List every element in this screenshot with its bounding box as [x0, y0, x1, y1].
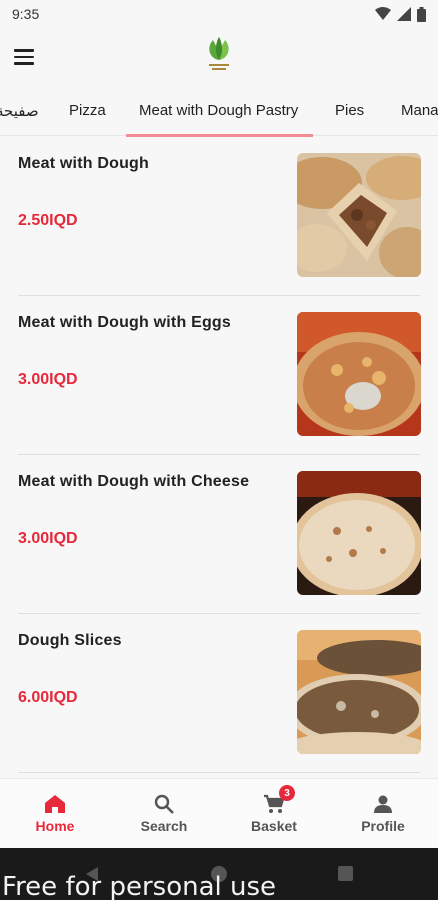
- product-name: Meat with Dough with Eggs: [18, 314, 231, 331]
- hamburger-icon: [14, 49, 34, 52]
- product-name: Meat with Dough with Cheese: [18, 473, 250, 490]
- product-image: [297, 471, 421, 595]
- profile-icon: [374, 795, 392, 813]
- nav-basket[interactable]: Basket 3: [219, 779, 329, 849]
- recents-icon[interactable]: [338, 866, 353, 881]
- product-image: [297, 630, 421, 754]
- list-item[interactable]: Meat with Dough 2.50IQD: [0, 137, 438, 296]
- product-name: Meat with Dough: [18, 155, 149, 172]
- category-tabs: صفيحة Pizza Meat with Dough Pastry Pies …: [0, 90, 438, 137]
- product-name: Dough Slices: [18, 632, 122, 649]
- list-item[interactable]: Meat with Dough with Eggs 3.00IQD: [0, 296, 438, 455]
- tab-pies[interactable]: Pies: [335, 102, 364, 119]
- nav-profile-label: Profile: [361, 818, 405, 834]
- product-image: [297, 153, 421, 277]
- app-bar: [0, 28, 438, 88]
- product-price: 3.00IQD: [18, 530, 78, 547]
- battery-icon: [417, 6, 426, 22]
- status-bar: 9:35: [0, 0, 438, 28]
- product-price: 6.00IQD: [18, 689, 78, 706]
- home-icon: [45, 795, 65, 813]
- wifi-icon: [375, 7, 391, 20]
- status-time: 9:35: [12, 6, 40, 22]
- signal-icon: [397, 7, 411, 21]
- basket-count-badge: 3: [279, 785, 295, 801]
- product-image: [297, 312, 421, 436]
- tab-meat-with-dough-pastry[interactable]: Meat with Dough Pastry: [139, 102, 298, 119]
- item-divider: [18, 772, 420, 773]
- nav-profile[interactable]: Profile: [328, 779, 438, 849]
- nav-search[interactable]: Search: [109, 779, 219, 849]
- tab-mana[interactable]: Mana: [401, 102, 438, 119]
- tab-safiha[interactable]: صفيحة: [0, 102, 39, 120]
- tab-pizza[interactable]: Pizza: [69, 102, 106, 119]
- nav-home[interactable]: Home: [0, 779, 110, 849]
- system-icons: [375, 6, 426, 22]
- list-item[interactable]: Meat with Dough with Cheese 3.00IQD: [0, 455, 438, 614]
- brand-logo: [209, 37, 229, 70]
- watermark-text: Free for personal use: [2, 872, 277, 900]
- nav-home-label: Home: [35, 818, 75, 834]
- nav-basket-label: Basket: [251, 818, 297, 834]
- bottom-nav: Home Search Basket 3 Profile: [0, 778, 438, 848]
- menu-button[interactable]: [14, 44, 40, 70]
- nav-search-label: Search: [140, 818, 188, 834]
- list-item[interactable]: Dough Slices 6.00IQD: [0, 614, 438, 773]
- product-price: 2.50IQD: [18, 212, 78, 229]
- product-price: 3.00IQD: [18, 371, 78, 388]
- search-icon: [154, 794, 174, 814]
